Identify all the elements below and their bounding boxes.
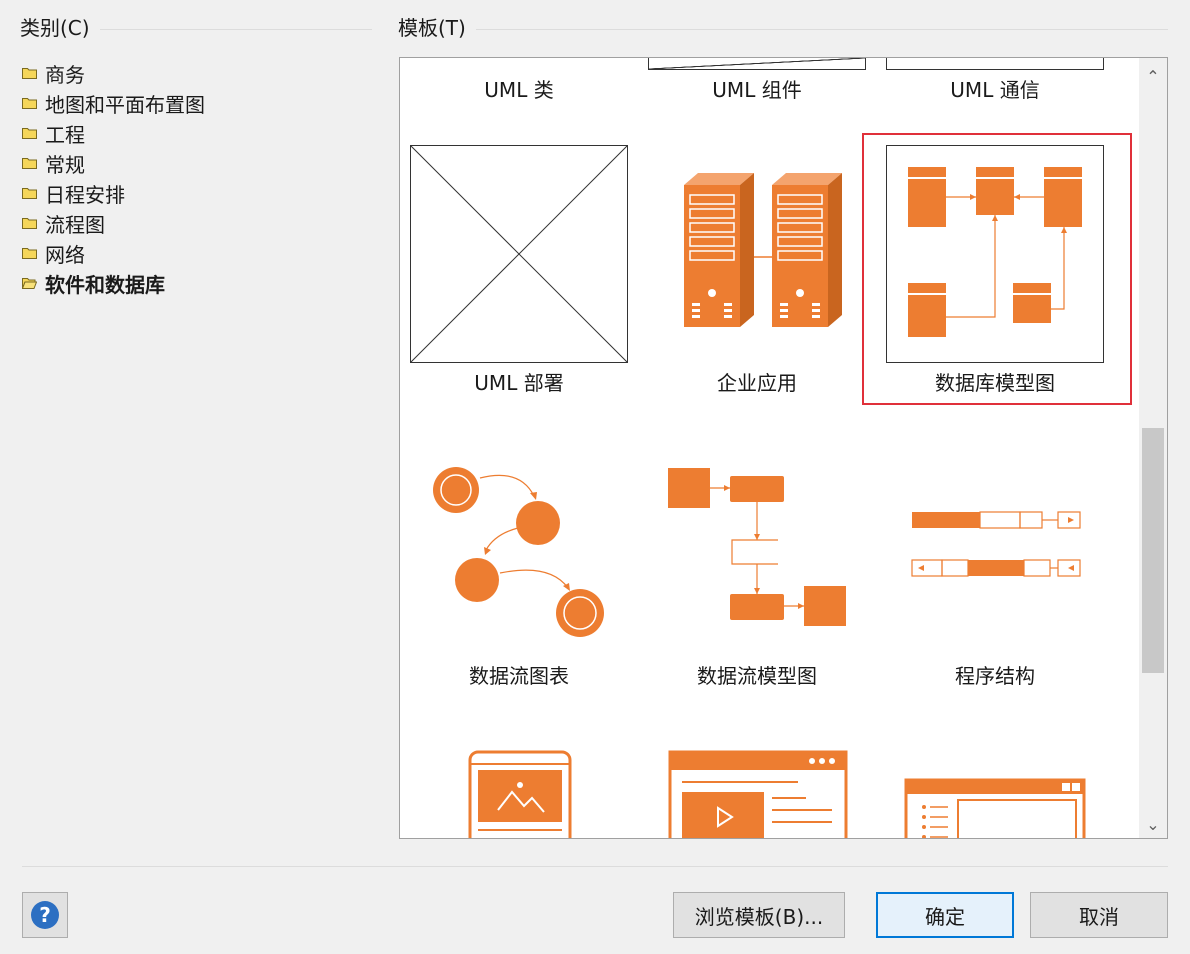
template-database-model[interactable]: 数据库模型图 (876, 145, 1114, 405)
category-item-software-database[interactable]: 软件和数据库 (22, 268, 205, 298)
template-uml-class[interactable]: UML 类 (400, 58, 638, 108)
template-label: UML 类 (484, 78, 554, 102)
category-item-schedule[interactable]: 日程安排 (22, 178, 205, 208)
category-item-flowchart[interactable]: 流程图 (22, 208, 205, 238)
data-flow-circles-icon (433, 467, 604, 637)
folder-icon (22, 98, 37, 109)
category-item-network[interactable]: 网络 (22, 238, 205, 268)
template-uml-deployment[interactable]: UML 部署 (400, 145, 638, 405)
category-label: 网络 (45, 242, 85, 267)
folder-open-icon (22, 278, 37, 289)
uml-deployment-placeholder-icon (410, 145, 628, 363)
category-label: 日程安排 (45, 182, 125, 207)
help-button[interactable]: ? (22, 892, 68, 938)
data-flow-model-icon (668, 468, 846, 626)
category-label: 常规 (45, 152, 85, 177)
template-uml-communication[interactable]: UML 通信 (876, 58, 1114, 108)
scroll-down-icon[interactable]: ⌄ (1139, 810, 1167, 838)
uml-component-icon (648, 58, 866, 70)
help-icon: ? (31, 901, 59, 929)
cancel-button[interactable]: 取消 (1030, 892, 1168, 938)
folder-icon (22, 128, 37, 139)
category-label: 软件和数据库 (45, 272, 165, 297)
categories-title: 类别(C) (20, 14, 98, 42)
category-label: 流程图 (45, 212, 105, 237)
mobile-wireframe-icon (468, 750, 572, 838)
folder-icon (22, 158, 37, 169)
category-item-engineering[interactable]: 工程 (22, 118, 205, 148)
enterprise-servers-icon (684, 173, 842, 327)
scrollbar-thumb[interactable] (1142, 428, 1164, 673)
category-label: 地图和平面布置图 (45, 92, 205, 117)
template-label: UML 通信 (950, 78, 1040, 102)
folder-icon (22, 68, 37, 79)
template-label: 数据流模型图 (697, 664, 817, 688)
website-wireframe-icon (668, 750, 848, 838)
template-mobile-wireframe[interactable] (400, 730, 638, 838)
divider (22, 866, 1168, 867)
template-website-wireframe[interactable] (638, 730, 876, 838)
template-label: UML 部署 (474, 371, 564, 395)
category-item-maps[interactable]: 地图和平面布置图 (22, 88, 205, 118)
vertical-scrollbar[interactable]: ⌃ ⌄ (1139, 58, 1167, 838)
template-label: 企业应用 (717, 371, 797, 395)
database-model-icon (886, 145, 1104, 363)
category-label: 工程 (45, 122, 85, 147)
template-label: 程序结构 (955, 664, 1035, 688)
folder-icon (22, 188, 37, 199)
template-label: UML 组件 (712, 78, 802, 102)
scroll-up-icon[interactable]: ⌃ (1139, 62, 1167, 90)
category-label: 商务 (45, 62, 85, 87)
folder-icon (22, 218, 37, 229)
ok-button[interactable]: 确定 (876, 892, 1014, 938)
template-uml-component[interactable]: UML 组件 (638, 58, 876, 108)
template-label: 数据流图表 (469, 664, 569, 688)
category-item-business[interactable]: 商务 (22, 58, 205, 88)
category-list: 商务 地图和平面布置图 工程 常规 日程安排 流程图 网络 软件和数据库 (22, 58, 205, 298)
template-window-wireframe[interactable] (876, 730, 1114, 838)
template-program-structure[interactable]: 程序结构 (876, 438, 1114, 698)
uml-communication-icon (886, 58, 1104, 70)
category-item-general[interactable]: 常规 (22, 148, 205, 178)
template-data-flow-model[interactable]: 数据流模型图 (638, 438, 876, 698)
template-gallery: UML 类 UML 组件 UML 通信 UML 部署 企业应用 数据库模型图 数… (399, 57, 1168, 839)
template-label: 数据库模型图 (935, 371, 1055, 395)
program-structure-icon (911, 511, 1081, 577)
templates-title: 模板(T) (398, 14, 474, 42)
template-data-flow-diagram[interactable]: 数据流图表 (400, 438, 638, 698)
folder-icon (22, 248, 37, 259)
template-enterprise-application[interactable]: 企业应用 (638, 145, 876, 405)
browse-templates-button[interactable]: 浏览模板(B)... (673, 892, 845, 938)
window-wireframe-icon (904, 778, 1086, 838)
